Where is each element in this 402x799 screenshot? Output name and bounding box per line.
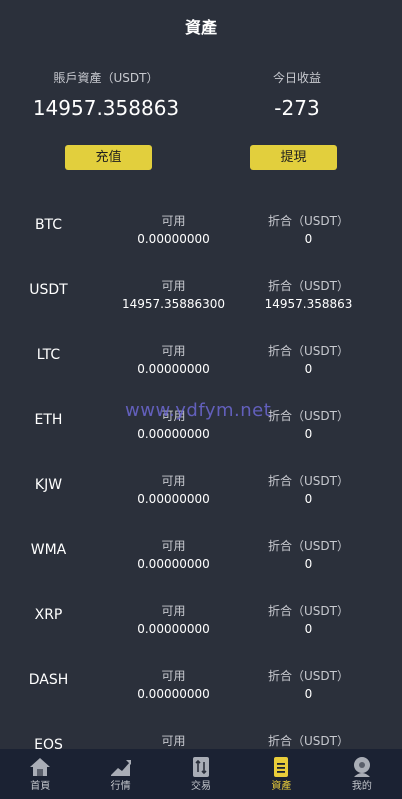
- available-value: 0.00000000: [137, 492, 210, 506]
- tab-profile-label: 我的: [351, 781, 372, 792]
- page-header: 資產: [0, 0, 402, 52]
- converted-column: 折合（USDT） 0: [240, 343, 377, 377]
- converted-label: 折合（USDT）: [268, 344, 349, 358]
- available-label: 可用: [161, 214, 186, 228]
- available-label: 可用: [161, 539, 186, 553]
- asset-row-eos[interactable]: EOS 可用 折合（USDT）: [0, 717, 402, 749]
- available-column: 可用 0.00000000: [117, 603, 230, 637]
- asset-row-btc[interactable]: BTC 可用 0.00000000 折合（USDT） 0: [0, 197, 402, 262]
- tab-assets-label: 資產: [271, 781, 292, 792]
- converted-value: 0: [304, 492, 313, 506]
- available-label: 可用: [161, 734, 186, 748]
- converted-value: 0: [304, 622, 313, 636]
- available-value: 0.00000000: [137, 622, 210, 636]
- available-value: 0.00000000: [137, 427, 210, 441]
- profile-icon: [353, 757, 370, 777]
- converted-column: 折合（USDT）: [240, 733, 377, 749]
- asset-list[interactable]: BTC 可用 0.00000000 折合（USDT） 0 USDT 可用 149…: [0, 197, 402, 749]
- tab-home[interactable]: 首頁: [0, 749, 80, 799]
- account-assets-value: 14957.358863: [32, 96, 180, 120]
- tab-trade-label: 交易: [191, 781, 212, 792]
- tab-home-label: 首頁: [30, 781, 51, 792]
- converted-value: 0: [304, 427, 313, 441]
- converted-column: 折合（USDT） 0: [240, 668, 377, 702]
- coin-name: BTC: [34, 217, 63, 233]
- available-column: 可用 0.00000000: [117, 473, 230, 507]
- coin-name: ETH: [34, 412, 63, 428]
- asset-row-wma[interactable]: WMA 可用 0.00000000 折合（USDT） 0: [0, 522, 402, 587]
- tab-market-label: 行情: [110, 781, 131, 792]
- converted-label: 折合（USDT）: [268, 214, 349, 228]
- converted-label: 折合（USDT）: [268, 539, 349, 553]
- coin-name: DASH: [28, 672, 69, 688]
- asset-row-ltc[interactable]: LTC 可用 0.00000000 折合（USDT） 0: [0, 327, 402, 392]
- converted-column: 折合（USDT） 0: [240, 603, 377, 637]
- available-value: 14957.35886300: [121, 297, 226, 311]
- converted-column: 折合（USDT） 0: [240, 538, 377, 572]
- page-title: 資產: [184, 18, 217, 37]
- available-column: 可用: [117, 733, 230, 749]
- wallet-icon: [274, 757, 289, 777]
- deposit-button[interactable]: 充值: [65, 145, 152, 170]
- today-earnings-value: -273: [274, 96, 320, 120]
- converted-column: 折合（USDT） 0: [240, 473, 377, 507]
- converted-value: 0: [304, 557, 313, 571]
- converted-column: 折合（USDT） 0: [240, 408, 377, 442]
- converted-label: 折合（USDT）: [268, 604, 349, 618]
- tab-profile[interactable]: 我的: [322, 749, 402, 799]
- available-column: 可用 0.00000000: [117, 538, 230, 572]
- chart-icon: [110, 760, 131, 776]
- available-label: 可用: [161, 279, 186, 293]
- asset-row-kjw[interactable]: KJW 可用 0.00000000 折合（USDT） 0: [0, 457, 402, 522]
- converted-label: 折合（USDT）: [268, 734, 349, 748]
- available-label: 可用: [161, 669, 186, 683]
- converted-value: 0: [304, 687, 313, 701]
- converted-column: 折合（USDT） 0: [240, 213, 377, 247]
- converted-value: 14957.358863: [264, 297, 353, 311]
- available-value: 0.00000000: [137, 687, 210, 701]
- available-label: 可用: [161, 344, 186, 358]
- asset-row-xrp[interactable]: XRP 可用 0.00000000 折合（USDT） 0: [0, 587, 402, 652]
- bottom-tab-bar: 首頁 行情 交易 資產 我的: [0, 749, 402, 799]
- available-label: 可用: [161, 604, 186, 618]
- asset-row-usdt[interactable]: USDT 可用 14957.35886300 折合（USDT） 14957.35…: [0, 262, 402, 327]
- converted-label: 折合（USDT）: [268, 669, 349, 683]
- converted-value: 0: [304, 232, 313, 246]
- converted-value: 0: [304, 362, 313, 376]
- coin-name: KJW: [34, 477, 63, 493]
- available-value: 0.00000000: [137, 362, 210, 376]
- available-value: 0.00000000: [137, 557, 210, 571]
- available-column: 可用 0.00000000: [117, 343, 230, 377]
- asset-summary: 賬戶資產（USDT） 14957.358863 今日收益 -273: [0, 70, 402, 120]
- account-assets-label: 賬戶資產（USDT）: [53, 71, 159, 85]
- coin-name: USDT: [29, 282, 68, 298]
- available-label: 可用: [161, 474, 186, 488]
- available-value: 0.00000000: [137, 232, 210, 246]
- converted-label: 折合（USDT）: [268, 474, 349, 488]
- home-icon: [30, 758, 51, 776]
- coin-name: EOS: [34, 737, 63, 749]
- asset-row-eth[interactable]: ETH 可用 0.00000000 折合（USDT） 0: [0, 392, 402, 457]
- converted-label: 折合（USDT）: [268, 409, 349, 423]
- available-column: 可用 0.00000000: [117, 213, 230, 247]
- tab-assets[interactable]: 資產: [241, 749, 321, 799]
- coin-name: LTC: [36, 347, 61, 363]
- coin-name: WMA: [30, 542, 67, 558]
- converted-column: 折合（USDT） 14957.358863: [240, 278, 377, 312]
- available-column: 可用 14957.35886300: [117, 278, 230, 312]
- account-assets: 賬戶資產（USDT） 14957.358863: [21, 70, 191, 120]
- tab-market[interactable]: 行情: [80, 749, 160, 799]
- available-column: 可用 0.00000000: [117, 668, 230, 702]
- converted-label: 折合（USDT）: [268, 279, 349, 293]
- today-earnings-label: 今日收益: [272, 71, 321, 85]
- today-earnings: 今日收益 -273: [212, 70, 382, 120]
- exchange-icon: [193, 757, 210, 777]
- available-label: 可用: [161, 409, 186, 423]
- asset-row-dash[interactable]: DASH 可用 0.00000000 折合（USDT） 0: [0, 652, 402, 717]
- tab-trade[interactable]: 交易: [161, 749, 241, 799]
- available-column: 可用 0.00000000: [117, 408, 230, 442]
- coin-name: XRP: [34, 607, 63, 623]
- withdraw-button[interactable]: 提現: [250, 145, 337, 170]
